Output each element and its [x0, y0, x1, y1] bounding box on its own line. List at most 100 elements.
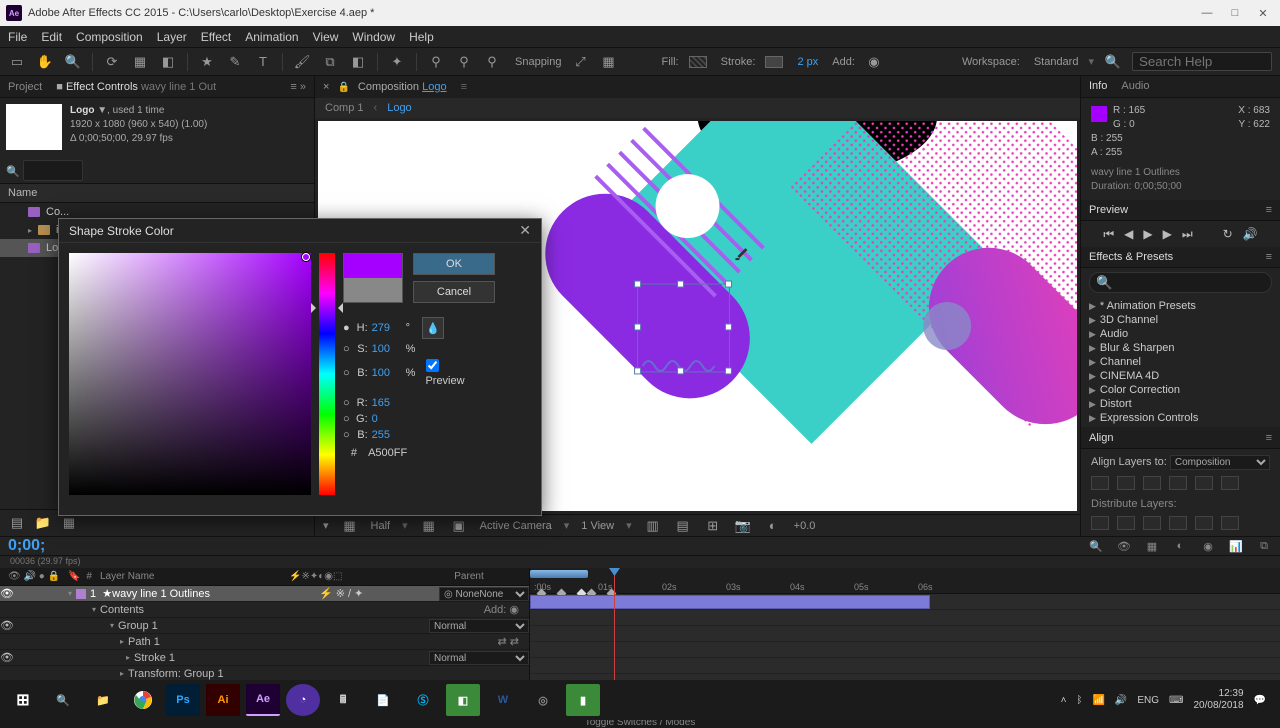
effects-category[interactable]: ▶CINEMA 4D — [1081, 369, 1280, 383]
tl-motionblur-icon[interactable]: ◉ — [1200, 538, 1216, 554]
selection-tool-icon[interactable]: ▭ — [8, 53, 26, 71]
red-value[interactable]: 165 — [372, 397, 402, 409]
last-frame-icon[interactable]: ⏭ — [1182, 227, 1193, 242]
transparency-grid-icon[interactable]: ▦ — [420, 517, 438, 535]
menu-composition[interactable]: Composition — [76, 30, 143, 44]
menu-layer[interactable]: Layer — [157, 30, 187, 44]
start-button[interactable]: ⊞ — [6, 684, 40, 716]
dist-6-icon[interactable] — [1221, 516, 1239, 530]
keyboard-icon[interactable]: ⌨ — [1169, 695, 1183, 706]
hex-value[interactable]: A500FF — [368, 447, 407, 459]
tl-frameblend-icon[interactable]: ◐ — [1172, 538, 1188, 554]
word-icon[interactable]: W — [486, 684, 520, 716]
brush-tool-icon[interactable]: 🖌 — [293, 53, 311, 71]
project-search-input[interactable] — [23, 160, 83, 181]
tl-draft3d-icon[interactable]: ▦ — [1144, 538, 1160, 554]
tab-project[interactable]: Project — [8, 81, 42, 93]
minimize-button[interactable]: — — [1200, 6, 1214, 20]
add-menu-icon[interactable]: ◉ — [865, 53, 883, 71]
effects-search-input[interactable] — [1089, 272, 1272, 293]
app-icon[interactable]: ▮ — [566, 684, 600, 716]
magnification-icon[interactable]: ▾ — [323, 519, 329, 532]
timecode-icon[interactable]: ⊞ — [704, 517, 722, 535]
snapping-label[interactable]: Snapping — [515, 56, 562, 68]
brightness-value[interactable]: 100 — [372, 367, 402, 379]
hand-tool-icon[interactable]: ✋ — [36, 53, 54, 71]
tab-effects-presets[interactable]: Effects & Presets — [1089, 251, 1173, 263]
layer-prop-row[interactable]: ▸Path 1⇄ ⇄ — [0, 634, 529, 650]
notifications-icon[interactable]: 💬 — [1254, 695, 1266, 706]
camera-tool-icon[interactable]: ▦ — [131, 53, 149, 71]
tray-up-icon[interactable]: ˄ — [1061, 695, 1067, 706]
name-column-header[interactable]: Name — [8, 187, 37, 199]
align-bottom-icon[interactable] — [1221, 476, 1239, 490]
loop-icon[interactable]: ↻ — [1223, 227, 1233, 241]
dist-1-icon[interactable] — [1091, 516, 1109, 530]
blend-mode-select[interactable]: Normal — [429, 651, 529, 665]
shape-tool-icon[interactable]: ★ — [198, 53, 216, 71]
search-help-input[interactable] — [1132, 52, 1272, 71]
pan-behind-tool-icon[interactable]: ◧ — [159, 53, 177, 71]
tl-snap-icon[interactable]: ⧉ — [1256, 538, 1272, 554]
snapshot-icon[interactable]: 📷 — [734, 517, 752, 535]
layer-prop-row[interactable]: 👁▾Group 1Normal — [0, 618, 529, 634]
resolution-icon[interactable]: ▦ — [341, 517, 359, 535]
menu-file[interactable]: File — [8, 30, 27, 44]
new-comp-icon[interactable]: ▦ — [60, 514, 78, 532]
type-tool-icon[interactable]: T — [254, 53, 272, 71]
tab-info[interactable]: Info — [1089, 80, 1107, 92]
language-indicator[interactable]: ENG — [1137, 695, 1159, 706]
app-icon[interactable]: ◔ — [286, 684, 320, 716]
puppet-tool3-icon[interactable]: ⚲ — [483, 53, 501, 71]
tab-audio[interactable]: Audio — [1121, 80, 1149, 92]
blue-value-rgb[interactable]: 255 — [372, 429, 402, 441]
align-hcenter-icon[interactable] — [1117, 476, 1135, 490]
visibility-toggle-icon[interactable]: 👁 — [0, 587, 14, 600]
volume-icon[interactable]: 🔊 — [1115, 695, 1127, 706]
menu-help[interactable]: Help — [409, 30, 434, 44]
mute-icon[interactable]: 🔊 — [1243, 227, 1258, 241]
menu-edit[interactable]: Edit — [41, 30, 62, 44]
hue-slider[interactable] — [319, 253, 335, 495]
effects-category[interactable]: ▶Expression Controls — [1081, 411, 1280, 425]
cancel-button[interactable]: Cancel — [413, 281, 495, 303]
maximize-button[interactable]: □ — [1228, 6, 1242, 20]
app-icon[interactable]: ◎ — [526, 684, 560, 716]
dialog-close-icon[interactable]: ✕ — [519, 222, 531, 239]
aftereffects-icon[interactable]: Ae — [246, 684, 280, 716]
effects-category[interactable]: ▶Channel — [1081, 355, 1280, 369]
puppet-tool2-icon[interactable]: ⚲ — [455, 53, 473, 71]
tab-align[interactable]: Align — [1089, 432, 1113, 444]
effects-category[interactable]: ▶3D Channel — [1081, 313, 1280, 327]
menu-effect[interactable]: Effect — [201, 30, 231, 44]
eyedropper-icon[interactable]: 💧 — [422, 317, 444, 339]
file-explorer-icon[interactable]: 📁 — [86, 684, 120, 716]
green-value[interactable]: 0 — [372, 413, 402, 425]
workspace-value[interactable]: Standard — [1034, 56, 1079, 68]
effects-category[interactable]: ▶Blur & Sharpen — [1081, 341, 1280, 355]
dist-2-icon[interactable] — [1117, 516, 1135, 530]
interpret-footage-icon[interactable]: ▤ — [8, 514, 26, 532]
new-folder-icon[interactable]: 📁 — [34, 514, 52, 532]
fill-swatch[interactable] — [689, 56, 707, 68]
eraser-tool-icon[interactable]: ◧ — [349, 53, 367, 71]
photoshop-icon[interactable]: Ps — [166, 684, 200, 716]
tab-effect-controls[interactable]: ■ Effect Controls wavy line 1 Out — [56, 81, 216, 93]
tab-preview[interactable]: Preview — [1089, 204, 1128, 216]
align-top-icon[interactable] — [1169, 476, 1187, 490]
dist-3-icon[interactable] — [1143, 516, 1161, 530]
lock-icon[interactable]: 🔒 — [337, 82, 349, 93]
play-icon[interactable]: ▶ — [1143, 227, 1152, 241]
align-target-select[interactable]: Composition — [1170, 455, 1270, 470]
layer-prop-row[interactable]: ▾ContentsAdd: ◉ — [0, 602, 529, 618]
snapping-icon[interactable]: ⤢ — [572, 53, 590, 71]
illustrator-icon[interactable]: Ai — [206, 684, 240, 716]
menu-animation[interactable]: Animation — [245, 30, 298, 44]
breadcrumb-comp1[interactable]: Comp 1 — [325, 102, 364, 114]
tl-shy-icon[interactable]: 👁 — [1116, 538, 1132, 554]
first-frame-icon[interactable]: ⏮ — [1103, 227, 1114, 242]
timeline-ruler[interactable]: :00s 01s 02s 03s 04s 05s 06s — [530, 568, 1280, 594]
effects-category[interactable]: ▶* Animation Presets — [1081, 299, 1280, 313]
effects-category[interactable]: ▶Audio — [1081, 327, 1280, 341]
next-frame-icon[interactable]: ▶ — [1163, 227, 1172, 241]
